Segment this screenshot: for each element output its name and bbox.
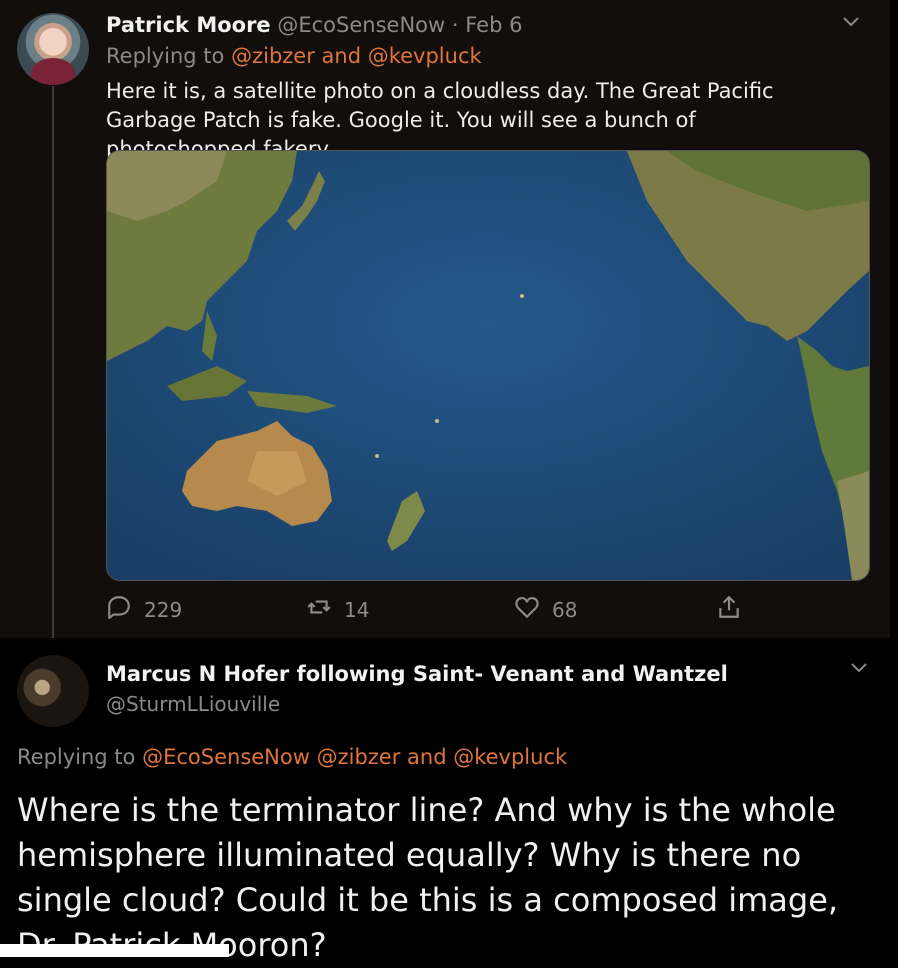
author-handle[interactable]: @EcoSenseNow (277, 13, 445, 37)
replying-label: Replying to (17, 745, 136, 769)
avatar[interactable] (17, 13, 89, 85)
author-name[interactable]: Patrick Moore (106, 13, 271, 37)
tweet-actions: 229 14 68 (106, 594, 866, 624)
tweet-header: Patrick Moore @EcoSenseNow · Feb 6 (106, 13, 522, 37)
chevron-down-icon[interactable] (850, 658, 868, 679)
avatar[interactable] (17, 655, 89, 727)
replying-label: Replying to (106, 44, 225, 68)
share-button[interactable] (716, 594, 742, 625)
author-name[interactable]: Marcus N Hofer following Saint- Venant a… (106, 662, 728, 686)
author-handle[interactable]: @SturmLLiouville (106, 692, 280, 716)
overlay-patch (0, 944, 229, 957)
heart-icon (514, 594, 540, 625)
like-count: 68 (552, 597, 578, 622)
like-button[interactable]: 68 (514, 594, 577, 625)
retweet-button[interactable]: 14 (306, 594, 369, 625)
retweet-count: 14 (344, 597, 370, 622)
replying-to: Replying to @EcoSenseNow @zibzer and @ke… (17, 745, 567, 769)
chevron-down-icon[interactable] (842, 12, 860, 33)
replying-to: Replying to @zibzer and @kevpluck (106, 44, 482, 68)
replying-mentions[interactable]: @EcoSenseNow @zibzer and @kevpluck (142, 745, 567, 769)
reply-button[interactable]: 229 (106, 594, 182, 625)
reply-icon (106, 594, 132, 625)
share-icon (716, 594, 742, 625)
retweet-icon (306, 594, 332, 625)
thread-line (52, 86, 54, 646)
separator-dot: · (451, 13, 459, 37)
satellite-map-image[interactable] (106, 150, 870, 581)
reply-count: 229 (144, 597, 183, 622)
tweet-text: Where is the terminator line? And why is… (17, 791, 839, 964)
tweet-patrick-moore[interactable]: Patrick Moore @EcoSenseNow · Feb 6 Reply… (0, 0, 890, 646)
tweet-date[interactable]: Feb 6 (465, 13, 522, 37)
replying-mentions[interactable]: @zibzer and @kevpluck (231, 44, 482, 68)
